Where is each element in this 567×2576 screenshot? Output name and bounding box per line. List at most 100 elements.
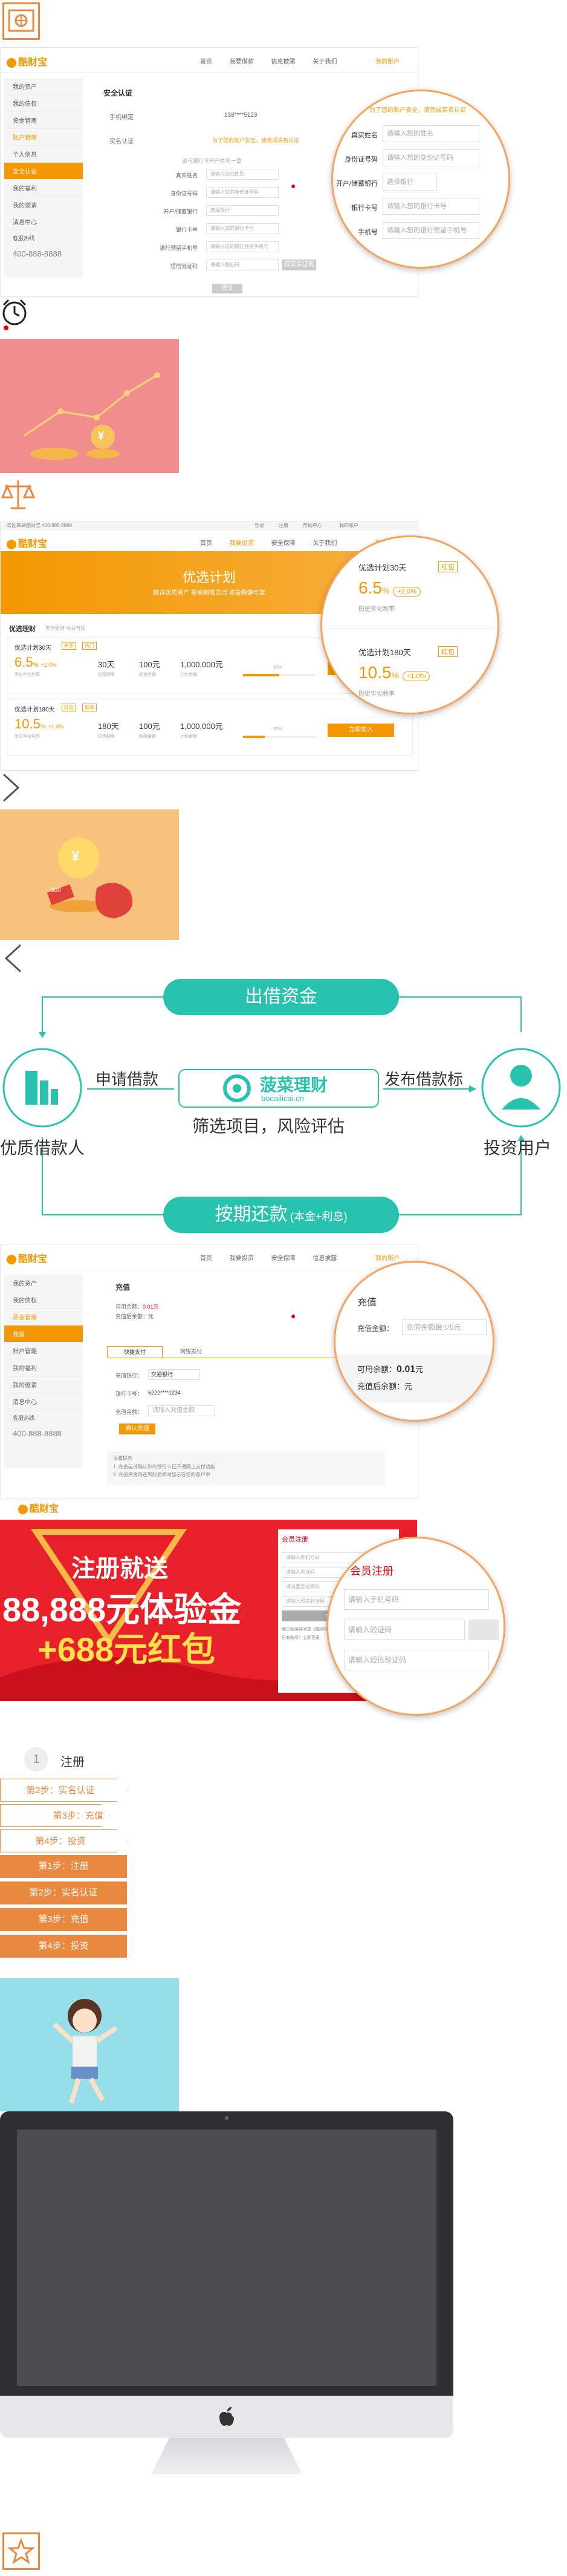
sidebar-item-recharge[interactable]: 充值 bbox=[4, 1326, 83, 1342]
form-field-input[interactable]: 请输入您的姓名 bbox=[206, 169, 279, 180]
nav-my-account[interactable]: 我的账户 bbox=[375, 1253, 400, 1262]
lens-after-line: 充值后余额：元 bbox=[357, 1380, 412, 1391]
sidebar-item-messages[interactable]: 消息中心 bbox=[4, 214, 83, 230]
form-field-input[interactable]: 请输入验证码 bbox=[206, 260, 279, 270]
logo-text: 酷财宝 bbox=[30, 1504, 59, 1514]
imac-bezel bbox=[0, 2111, 453, 2396]
nav-about[interactable]: 关于我们 bbox=[313, 59, 337, 65]
step-item[interactable]: 第3步：充值 bbox=[0, 1804, 110, 1827]
nav-about[interactable]: 关于我们 bbox=[313, 540, 337, 547]
logo-icon bbox=[7, 539, 16, 549]
lens-balance-line: 可用余额：0.01元 bbox=[357, 1363, 423, 1375]
nav-disclosure[interactable]: 信息披露 bbox=[313, 1255, 337, 1262]
lens-balance-box bbox=[335, 1355, 493, 1403]
sidebar-item-claims[interactable]: 我的债权 bbox=[4, 95, 83, 112]
lens-field-input[interactable]: 请输入您的银行卡号 bbox=[383, 198, 479, 215]
step-item-active[interactable]: 第3步：充值 bbox=[0, 1908, 127, 1931]
topbar-login[interactable]: 登录 bbox=[254, 522, 264, 529]
lens-plan-rate: 6.5% +2.0% bbox=[358, 578, 421, 598]
balance-value: 0.01元 bbox=[143, 1304, 159, 1310]
lens-sms-input[interactable]: 请输入短信验证码 bbox=[344, 1650, 489, 1670]
nav-home[interactable]: 首页 bbox=[200, 59, 212, 65]
nav-borrow[interactable]: 我要借款 bbox=[230, 59, 254, 65]
after-balance-label: 充值后余额： bbox=[115, 1313, 149, 1319]
topbar-help[interactable]: 帮助中心 bbox=[303, 522, 322, 529]
lens-field-input[interactable]: 选择银行 bbox=[383, 174, 437, 191]
hotline-label: 客服热线 bbox=[13, 235, 35, 241]
sidebar-item-invite[interactable]: 我的邀请 bbox=[4, 197, 83, 214]
girl-illustration bbox=[0, 1978, 179, 2111]
plan-card[interactable]: 优选计划180天 红包 加息 10.5% +1.0% 180天 投资期限 100元 起投金额 1,… bbox=[7, 699, 413, 756]
sidebar-item-invite[interactable]: 我的邀请 bbox=[4, 1376, 83, 1393]
bank-select[interactable]: 交通银行 bbox=[148, 1369, 200, 1380]
plan-rate-bonus: +1.0% bbox=[48, 724, 64, 730]
lens-amount-input[interactable]: 充值金额最少5元 bbox=[402, 1319, 487, 1335]
topbar-register[interactable]: 注册 bbox=[279, 522, 288, 529]
sidebar-item-messages[interactable]: 消息中心 bbox=[4, 1393, 83, 1410]
nav-invest[interactable]: 我要投资 bbox=[230, 1255, 254, 1262]
nav-invest[interactable]: 我要投资 bbox=[230, 540, 254, 547]
lens-phone-input[interactable]: 请输入手机号码 bbox=[344, 1589, 489, 1610]
tab-quick-pay[interactable]: 快捷支付 bbox=[107, 1346, 163, 1358]
submit-button[interactable]: 提交 bbox=[212, 284, 242, 293]
sidebar-item-welfare[interactable]: 我的福利 bbox=[4, 1359, 83, 1376]
recharge-submit-button[interactable]: 确认充值 bbox=[119, 1424, 155, 1434]
form-field-input[interactable]: 请输入您的银行卡号 bbox=[206, 223, 279, 234]
step-item[interactable]: 第4步：投资 bbox=[0, 1829, 127, 1852]
sidebar-item-claims[interactable]: 我的债权 bbox=[4, 1292, 83, 1309]
mobile-bind-label: 手机绑定 bbox=[109, 114, 134, 121]
topbar-account[interactable]: 我的账户 bbox=[339, 522, 358, 529]
sidebar-item-welfare[interactable]: 我的福利 bbox=[4, 180, 83, 197]
site-logo[interactable]: 酷财宝 bbox=[7, 54, 47, 68]
form-field-input[interactable]: 请输入您的身份证号码 bbox=[206, 187, 279, 198]
lens-field-input[interactable]: 请输入您的身份证号码 bbox=[383, 149, 479, 166]
lens-field-input[interactable]: 请输入您的姓名 bbox=[383, 125, 479, 142]
step-item-active[interactable]: 第1步：注册 bbox=[0, 1855, 127, 1878]
form-field-input[interactable]: 选择银行 bbox=[206, 205, 279, 216]
step-item-active[interactable]: 第2步：实名认证 bbox=[0, 1881, 127, 1904]
tab-bank-pay[interactable]: 网银支付 bbox=[164, 1346, 218, 1357]
captcha-image[interactable] bbox=[468, 1620, 499, 1640]
lens-plan-bonus: +2.0% bbox=[393, 587, 421, 597]
site-logo[interactable]: 酷财宝 bbox=[18, 1500, 59, 1515]
sidebar-item-profile[interactable]: 个人信息 bbox=[4, 146, 83, 163]
nav-security[interactable]: 安全保障 bbox=[271, 540, 296, 547]
lens-balance-unit: 元 bbox=[415, 1365, 424, 1374]
mobile-bind-value: 138****5123 bbox=[224, 112, 258, 119]
sidebar-item-funds[interactable]: 资金管理 bbox=[4, 1309, 83, 1326]
sidebar-item-assets[interactable]: 我的资产 bbox=[4, 1275, 83, 1292]
plan-rate-label: 历史年化利率 bbox=[15, 673, 40, 677]
lens-plan-rate: 10.5% +1.0% bbox=[358, 663, 430, 682]
sidebar-item-assets[interactable]: 我的资产 bbox=[4, 78, 83, 95]
amount-input[interactable]: 请输入充值金额 bbox=[148, 1405, 215, 1416]
form-field-input[interactable]: 请输入您的银行预留手机号 bbox=[206, 241, 279, 252]
lens-field-input[interactable]: 请输入您的银行预留手机号 bbox=[383, 222, 479, 239]
join-plan-button[interactable]: 立即加入 bbox=[328, 724, 394, 737]
nav-home[interactable]: 首页 bbox=[200, 1255, 212, 1262]
lens-captcha-input[interactable]: 请输入验证码 bbox=[344, 1620, 465, 1640]
site-logo[interactable]: 酷财宝 bbox=[7, 1250, 47, 1265]
flow-screening: 筛选项目，风险评估 bbox=[192, 1117, 345, 1136]
sidebar-item-security[interactable]: 安全认证 bbox=[4, 163, 83, 180]
main-nav: 首页 我要投资 安全保障 关于我们 bbox=[200, 538, 352, 547]
flow-repayment-note: (本金+利息) bbox=[290, 1211, 348, 1223]
step-item[interactable]: 第2步：实名认证 bbox=[0, 1779, 127, 1802]
nav-security[interactable]: 安全保障 bbox=[271, 1255, 296, 1262]
lens-divider bbox=[322, 628, 497, 629]
safe-icon bbox=[2, 2, 40, 40]
lens-field-label: 身份证号码 bbox=[345, 156, 378, 163]
realname-hint: 请与银行卡开户姓名一致 bbox=[182, 158, 242, 164]
sidebar-item-account[interactable]: 账户管理 bbox=[4, 1342, 83, 1359]
sidebar-item-account[interactable]: 账户管理 bbox=[4, 129, 83, 146]
step-item-active[interactable]: 第4步：投资 bbox=[0, 1935, 127, 1958]
plan-tag: 加息 bbox=[82, 704, 97, 711]
site-logo[interactable]: 酷财宝 bbox=[7, 535, 47, 550]
banner-line-3: +688元红包 bbox=[37, 1630, 216, 1669]
nav-home[interactable]: 首页 bbox=[200, 540, 212, 547]
send-code-button[interactable]: 获取验证码 bbox=[282, 260, 316, 270]
nav-disclosure[interactable]: 信息披露 bbox=[271, 59, 296, 65]
imac-mockup bbox=[0, 2111, 453, 2486]
sidebar-item-funds[interactable]: 资金管理 bbox=[4, 112, 83, 129]
realname-label: 实名认证 bbox=[109, 139, 134, 145]
nav-my-account[interactable]: 我的账户 bbox=[375, 56, 400, 65]
